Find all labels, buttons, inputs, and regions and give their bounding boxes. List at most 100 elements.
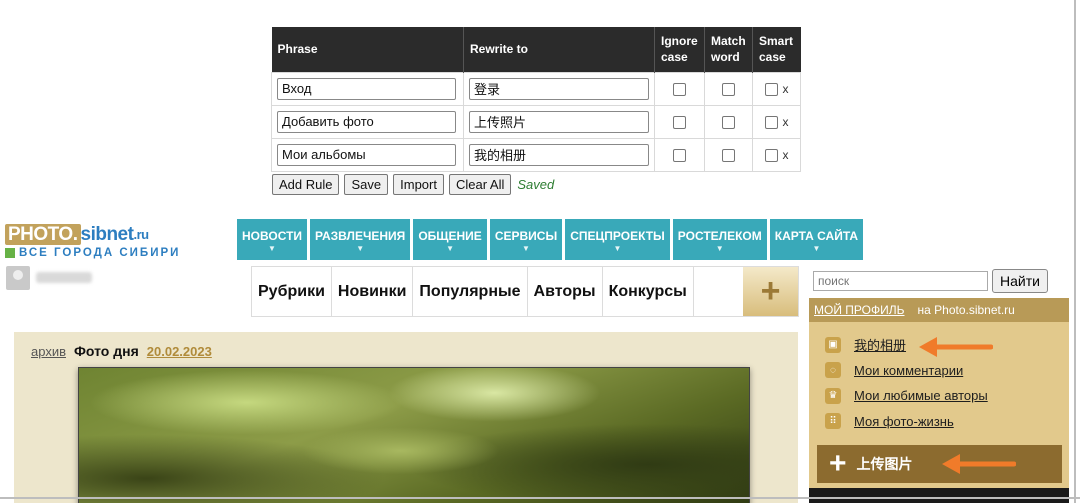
logo-tagline: ВСЕ ГОРОДА СИБИРИ bbox=[5, 247, 225, 259]
archive-link[interactable]: архив bbox=[31, 344, 66, 359]
chevron-down-icon: ▼ bbox=[715, 243, 724, 253]
rewrite-cell bbox=[463, 104, 655, 139]
grid-icon: ⠿ bbox=[825, 413, 841, 430]
chevron-down-icon: ▼ bbox=[613, 243, 622, 253]
sidebar-item-comments[interactable]: ◌ Мои комментарии bbox=[825, 358, 1069, 384]
crown-icon: ♛ bbox=[825, 387, 841, 404]
sidebar-item-photo-life[interactable]: ⠿ Моя фото-жизнь bbox=[825, 409, 1069, 435]
sidebar-subtitle: на Photo.sibnet.ru bbox=[917, 303, 1015, 317]
subnav-item-popular[interactable]: Популярные bbox=[413, 267, 528, 316]
ignore-case-checkbox[interactable] bbox=[673, 83, 686, 97]
header-phrase: Phrase bbox=[271, 27, 464, 72]
photo-of-day-date[interactable]: 20.02.2023 bbox=[147, 344, 212, 359]
rewrite-input[interactable] bbox=[469, 77, 649, 100]
site-logo[interactable]: PHOTO. sibnet.ru ВСЕ ГОРОДА СИБИРИ bbox=[5, 224, 225, 261]
rewrite-cell bbox=[463, 137, 655, 172]
blurred-username bbox=[36, 272, 92, 283]
match-word-cell bbox=[704, 71, 753, 106]
logo-photo: PHOTO. bbox=[5, 224, 81, 245]
logo-sibnet: sibnet bbox=[80, 224, 134, 245]
sidebar-header: МОЙ ПРОФИЛЬ на Photo.sibnet.ru bbox=[809, 298, 1069, 322]
annotation-arrow-icon bbox=[942, 454, 1016, 474]
avatar[interactable] bbox=[6, 266, 30, 290]
logo-ru: .ru bbox=[133, 227, 149, 242]
top-nav: НОВОСТИ ▼ РАЗВЛЕЧЕНИЯ ▼ ОБЩЕНИЕ ▼ СЕРВИСЫ ▼ … bbox=[237, 219, 864, 260]
smart-case-checkbox[interactable] bbox=[764, 148, 778, 162]
subnav-item-authors[interactable]: Авторы bbox=[528, 267, 603, 316]
comment-icon: ◌ bbox=[825, 362, 841, 379]
smart-case-cell: x bbox=[752, 71, 801, 106]
rewrite-input[interactable] bbox=[469, 110, 649, 133]
rewrite-cell bbox=[463, 71, 655, 106]
save-button[interactable]: Save bbox=[344, 174, 389, 195]
phrase-input[interactable] bbox=[277, 143, 456, 166]
subnav-item-rubrics[interactable]: Рубрики bbox=[252, 267, 332, 316]
match-word-cell bbox=[704, 137, 753, 172]
add-plus-icon[interactable]: + bbox=[743, 267, 798, 316]
photo-of-day-image[interactable] bbox=[78, 367, 750, 503]
sub-nav: Рубрики Новинки Популярные Авторы Конкур… bbox=[251, 266, 799, 317]
nav-item-services[interactable]: СЕРВИСЫ ▼ bbox=[489, 219, 563, 260]
delete-rule-button[interactable]: x bbox=[783, 82, 789, 96]
rules-table: Phrase Rewrite to Ignore case Match word S… bbox=[271, 27, 801, 172]
smart-case-cell: x bbox=[752, 137, 801, 172]
phrase-cell bbox=[271, 137, 464, 172]
frame-divider bbox=[0, 497, 1080, 499]
nav-item-rostelecom[interactable]: РОСТЕЛЕКОМ ▼ bbox=[672, 219, 767, 260]
sidebar-bottom-bar bbox=[809, 488, 1069, 503]
chevron-down-icon: ▼ bbox=[356, 243, 365, 253]
ignore-case-cell bbox=[654, 104, 705, 139]
rules-header-row: Phrase Rewrite to Ignore case Match word S… bbox=[271, 27, 801, 72]
phrase-cell bbox=[271, 104, 464, 139]
saved-status: Saved bbox=[517, 177, 555, 192]
rule-row: x bbox=[271, 104, 801, 139]
logo-wordmark: PHOTO. sibnet.ru bbox=[5, 224, 225, 245]
chevron-down-icon: ▼ bbox=[446, 243, 455, 253]
header-match-word: Match word bbox=[704, 27, 753, 72]
nav-item-site-map[interactable]: КАРТА САЙТА ▼ bbox=[769, 219, 864, 260]
chevron-down-icon: ▼ bbox=[268, 243, 276, 253]
header-rewrite: Rewrite to bbox=[463, 27, 655, 72]
chevron-down-icon: ▼ bbox=[812, 243, 821, 253]
nav-item-communication[interactable]: ОБЩЕНИЕ ▼ bbox=[413, 219, 487, 260]
smart-case-checkbox[interactable] bbox=[764, 82, 778, 96]
import-button[interactable]: Import bbox=[393, 174, 444, 195]
logo-square-icon bbox=[5, 248, 15, 258]
plus-icon: + bbox=[829, 447, 847, 480]
subnav-item-new[interactable]: Новинки bbox=[332, 267, 414, 316]
sidebar-title[interactable]: МОЙ ПРОФИЛЬ bbox=[814, 303, 905, 317]
phrase-input[interactable] bbox=[277, 110, 456, 133]
nav-item-news[interactable]: НОВОСТИ ▼ bbox=[237, 219, 308, 260]
photo-of-day-header: архив Фото дня 20.02.2023 bbox=[31, 343, 212, 359]
search-input[interactable] bbox=[813, 271, 988, 291]
header-smart-case: Smart case bbox=[752, 27, 801, 72]
nav-item-special-projects[interactable]: СПЕЦПРОЕКТЫ ▼ bbox=[565, 219, 670, 260]
frame-divider bbox=[1074, 0, 1076, 503]
page: Phrase Rewrite to Ignore case Match word S… bbox=[0, 0, 1080, 503]
rule-row: x bbox=[271, 71, 801, 106]
add-rule-button[interactable]: Add Rule bbox=[272, 174, 340, 195]
search-button[interactable]: Найти bbox=[992, 269, 1048, 293]
smart-case-cell: x bbox=[752, 104, 801, 139]
clear-all-button[interactable]: Clear All bbox=[448, 174, 512, 195]
upload-label: 上传图片 bbox=[856, 456, 913, 472]
nav-item-entertainment[interactable]: РАЗВЛЕЧЕНИЯ ▼ bbox=[310, 219, 411, 260]
match-word-checkbox[interactable] bbox=[722, 116, 735, 130]
photo-of-day-title: Фото дня bbox=[73, 343, 139, 359]
smart-case-checkbox[interactable] bbox=[764, 115, 778, 129]
ignore-case-checkbox[interactable] bbox=[673, 149, 686, 163]
ignore-case-cell bbox=[654, 137, 705, 172]
ignore-case-cell bbox=[654, 71, 705, 106]
rule-row: x bbox=[271, 137, 801, 172]
photo-of-day-panel: архив Фото дня 20.02.2023 bbox=[14, 332, 798, 503]
match-word-checkbox[interactable] bbox=[722, 149, 735, 163]
delete-rule-button[interactable]: x bbox=[783, 148, 789, 162]
subnav-item-contests[interactable]: Конкурсы bbox=[603, 267, 694, 316]
ignore-case-checkbox[interactable] bbox=[673, 116, 686, 130]
sidebar-item-favorite-authors[interactable]: ♛ Мои любимые авторы bbox=[825, 383, 1069, 409]
match-word-checkbox[interactable] bbox=[722, 83, 735, 97]
delete-rule-button[interactable]: x bbox=[783, 115, 789, 129]
rewrite-input[interactable] bbox=[469, 143, 649, 166]
match-word-cell bbox=[704, 104, 753, 139]
phrase-input[interactable] bbox=[277, 77, 456, 100]
